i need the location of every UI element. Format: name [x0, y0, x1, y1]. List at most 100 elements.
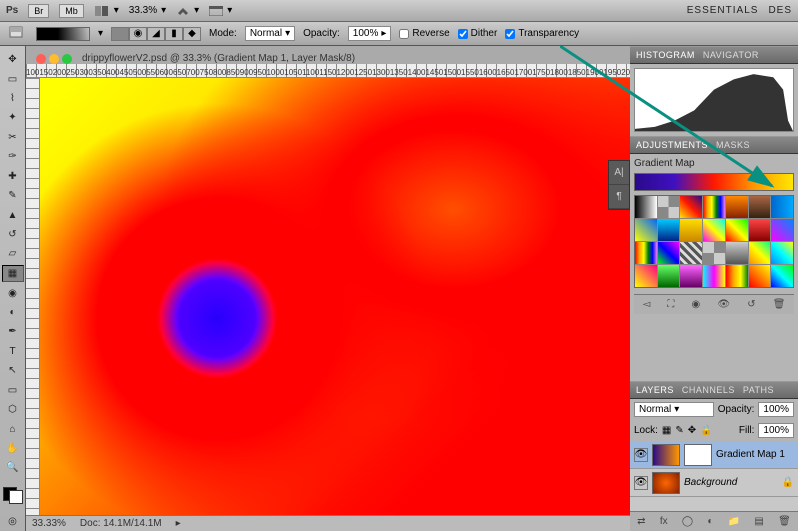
canvas[interactable]: [40, 78, 630, 515]
preset-swatch[interactable]: [726, 265, 748, 287]
layer-opacity-input[interactable]: 100%: [758, 402, 794, 417]
hand-tool-shortcut[interactable]: ▾: [176, 5, 199, 17]
adjustments-panel-header[interactable]: ADJUSTMENTS MASKS: [630, 136, 798, 154]
lasso-tool[interactable]: ⌇: [2, 90, 24, 107]
eraser-tool[interactable]: ▱: [2, 245, 24, 262]
gradient-reflected[interactable]: ▮: [165, 27, 183, 41]
visibility-icon[interactable]: 👁: [634, 476, 648, 490]
preset-swatch[interactable]: [680, 196, 702, 218]
gradient-linear[interactable]: [111, 27, 129, 41]
layer-thumbnail[interactable]: [652, 444, 680, 466]
transparency-checkbox[interactable]: Transparency: [505, 28, 579, 39]
tab-adjustments[interactable]: ADJUSTMENTS: [636, 140, 708, 150]
hand-tool[interactable]: ✋: [2, 440, 24, 457]
view-arrange-menu[interactable]: ▾: [94, 5, 119, 17]
gradient-dropdown-icon[interactable]: ▾: [98, 28, 103, 39]
blend-mode-select[interactable]: Normal▾: [245, 26, 295, 41]
stamp-tool[interactable]: ▲: [2, 206, 24, 223]
adj-clip-icon[interactable]: ◉: [692, 299, 701, 310]
path-tool[interactable]: ↖: [2, 362, 24, 379]
preset-swatch[interactable]: [703, 219, 725, 241]
preset-swatch[interactable]: [703, 265, 725, 287]
preset-swatch[interactable]: [635, 196, 657, 218]
brush-tool[interactable]: ✎: [2, 187, 24, 204]
adj-eye-icon[interactable]: 👁: [717, 299, 730, 310]
workspace-design[interactable]: DES: [768, 5, 792, 16]
lock-position-icon[interactable]: ✥: [688, 425, 696, 436]
adjustment-layer-icon[interactable]: ◐: [707, 516, 713, 527]
preset-swatch[interactable]: [680, 219, 702, 241]
layer-background[interactable]: 👁 Background 🔒: [630, 469, 798, 497]
character-panel-icon[interactable]: A|: [609, 161, 629, 185]
layer-blend-select[interactable]: Normal▾: [634, 402, 714, 417]
preset-swatch[interactable]: [726, 196, 748, 218]
shape-tool[interactable]: ▭: [2, 382, 24, 399]
layer-mask-icon[interactable]: ◯: [682, 516, 693, 527]
window-close[interactable]: [36, 54, 46, 64]
workspace-essentials[interactable]: ESSENTIALS: [687, 5, 759, 16]
layer-name[interactable]: Background: [684, 477, 737, 488]
layer-gradient-map[interactable]: 👁 Gradient Map 1: [630, 441, 798, 469]
minibridge-button[interactable]: Mb: [59, 4, 84, 18]
preset-swatch[interactable]: [749, 242, 771, 264]
preset-swatch[interactable]: [726, 219, 748, 241]
preset-swatch[interactable]: [658, 242, 680, 264]
layer-fill-input[interactable]: 100%: [758, 423, 794, 438]
paragraph-panel-icon[interactable]: ¶: [609, 185, 629, 209]
preset-swatch[interactable]: [658, 196, 680, 218]
quickmask-toggle[interactable]: ◎: [2, 513, 24, 530]
adj-expand-icon[interactable]: ⛶: [667, 299, 674, 310]
adj-back-icon[interactable]: ◅: [643, 299, 651, 310]
visibility-icon[interactable]: 👁: [634, 448, 648, 462]
wand-tool[interactable]: ✦: [2, 109, 24, 126]
layer-style-icon[interactable]: fx: [660, 516, 668, 527]
layer-thumbnail[interactable]: [652, 472, 680, 494]
window-maximize[interactable]: [62, 54, 72, 64]
group-icon[interactable]: 📁: [728, 516, 740, 527]
blur-tool[interactable]: ◉: [2, 284, 24, 301]
eyedropper-tool[interactable]: ✑: [2, 148, 24, 165]
layers-panel-header[interactable]: LAYERS CHANNELS PATHS: [630, 381, 798, 399]
delete-layer-icon[interactable]: 🗑: [778, 516, 791, 527]
gradient-angle[interactable]: ◢: [147, 27, 165, 41]
adj-reset-icon[interactable]: ↺: [747, 299, 755, 310]
preset-swatch[interactable]: [726, 242, 748, 264]
lock-all-icon[interactable]: 🔒: [700, 425, 712, 436]
preset-swatch[interactable]: [680, 265, 702, 287]
gradient-picker[interactable]: [36, 27, 90, 41]
layer-name[interactable]: Gradient Map 1: [716, 449, 785, 460]
3d-camera-tool[interactable]: ⌂: [2, 420, 24, 437]
preset-swatch[interactable]: [749, 196, 771, 218]
preset-swatch[interactable]: [771, 219, 793, 241]
move-tool[interactable]: ✥: [2, 51, 24, 68]
lock-pixels-icon[interactable]: ✎: [675, 425, 683, 436]
history-brush-tool[interactable]: ↺: [2, 226, 24, 243]
color-swatches[interactable]: [0, 484, 25, 512]
preset-swatch[interactable]: [771, 265, 793, 287]
dither-checkbox[interactable]: Dither: [458, 28, 498, 39]
tab-masks[interactable]: MASKS: [716, 140, 750, 150]
tab-navigator[interactable]: NAVIGATOR: [703, 50, 759, 60]
heal-tool[interactable]: ✚: [2, 168, 24, 185]
gradient-tool[interactable]: ▦: [2, 265, 24, 283]
pen-tool[interactable]: ✒: [2, 323, 24, 340]
zoom-tool[interactable]: 🔍: [2, 459, 24, 476]
preset-swatch[interactable]: [703, 242, 725, 264]
preset-swatch[interactable]: [635, 219, 657, 241]
dodge-tool[interactable]: ◐: [2, 304, 24, 321]
reverse-checkbox[interactable]: Reverse: [399, 28, 449, 39]
bridge-button[interactable]: Br: [28, 4, 49, 18]
window-minimize[interactable]: [49, 54, 59, 64]
3d-tool[interactable]: ⬡: [2, 401, 24, 418]
zoom-menu[interactable]: 33.3% ▾: [129, 5, 166, 16]
gradient-map-preview[interactable]: [634, 173, 794, 191]
opacity-input[interactable]: 100%▸: [348, 26, 392, 41]
preset-swatch[interactable]: [749, 265, 771, 287]
tab-channels[interactable]: CHANNELS: [682, 385, 735, 395]
tab-layers[interactable]: LAYERS: [636, 385, 674, 395]
preset-swatch[interactable]: [635, 265, 657, 287]
preset-swatch[interactable]: [749, 219, 771, 241]
tab-paths[interactable]: PATHS: [743, 385, 774, 395]
crop-tool[interactable]: ✂: [2, 129, 24, 146]
adj-trash-icon[interactable]: 🗑: [773, 299, 786, 310]
